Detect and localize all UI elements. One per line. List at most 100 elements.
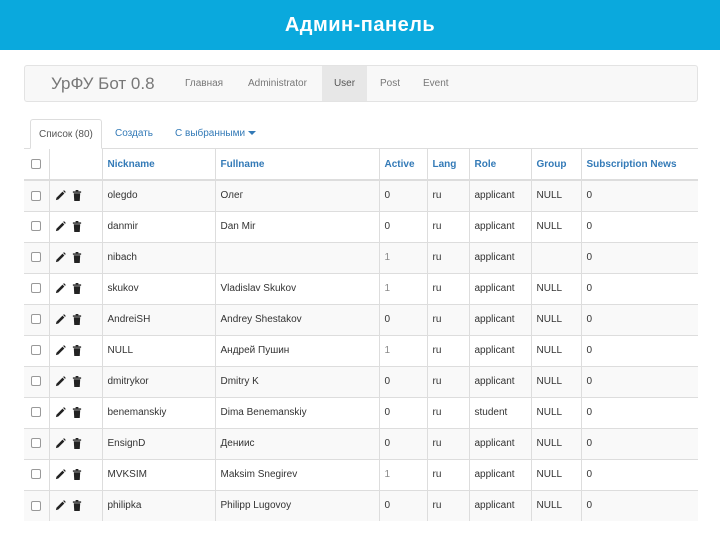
- trash-icon[interactable]: [72, 252, 82, 263]
- nickname-cell: benemanskiy: [101, 396, 215, 428]
- fullname-cell: Андрей Пушин: [214, 334, 379, 366]
- subscription-news-cell: 0: [580, 241, 698, 273]
- table-row[interactable]: skukov Vladislav Skukov 1 ru applicant NULL 0: [24, 272, 698, 304]
- row-checkbox[interactable]: [31, 407, 42, 418]
- navbar-brand[interactable]: УрФУ Бот 0.8: [51, 74, 155, 94]
- pencil-icon[interactable]: [55, 376, 66, 387]
- admin-panel-screenshot: УрФУ Бот 0.8 Главная Administrator User …: [24, 65, 698, 525]
- table-row[interactable]: NULL Андрей Пушин 1 ru applicant NULL 0: [24, 334, 698, 366]
- row-checkbox[interactable]: [31, 500, 42, 511]
- pencil-icon[interactable]: [55, 438, 66, 449]
- group-cell: NULL: [530, 489, 581, 521]
- fullname-cell: Дениис: [214, 427, 379, 459]
- lang-cell: ru: [426, 458, 469, 490]
- row-checkbox[interactable]: [31, 376, 42, 387]
- tab-create[interactable]: Создать: [115, 119, 153, 149]
- tab-list[interactable]: Список (80): [30, 119, 102, 149]
- column-header-lang[interactable]: Lang: [426, 149, 469, 181]
- column-header-active[interactable]: Active: [378, 149, 427, 181]
- row-actions-cell: [48, 241, 102, 273]
- subscription-news-cell: 0: [580, 396, 698, 428]
- table-row[interactable]: AndreiSH Andrey Shestakov 0 ru applicant NULL…: [24, 303, 698, 335]
- trash-icon[interactable]: [72, 469, 82, 480]
- trash-icon[interactable]: [72, 345, 82, 356]
- trash-icon[interactable]: [72, 221, 82, 232]
- pencil-icon[interactable]: [55, 407, 66, 418]
- group-cell: [530, 241, 581, 273]
- navbar: УрФУ Бот 0.8 Главная Administrator User …: [24, 65, 698, 102]
- slide-title: Админ-панель: [0, 0, 720, 50]
- trash-icon[interactable]: [72, 500, 82, 512]
- subscription-news-cell: 0: [580, 210, 698, 242]
- trash-icon[interactable]: [72, 190, 82, 202]
- row-checkbox[interactable]: [31, 283, 42, 294]
- nav-item-user[interactable]: User: [322, 66, 367, 101]
- active-cell: 1: [378, 458, 427, 490]
- role-cell: applicant: [468, 365, 531, 397]
- table-row[interactable]: benemanskiy Dima Benemanskiy 0 ru student NUL…: [24, 396, 698, 428]
- column-header-subscription-news[interactable]: Subscription News: [580, 149, 698, 181]
- subscription-news-cell: 0: [580, 427, 698, 459]
- table-row[interactable]: danmir Dan Mir 0 ru applicant NULL 0: [24, 210, 698, 242]
- pencil-icon[interactable]: [55, 190, 66, 201]
- group-cell: NULL: [530, 334, 581, 366]
- subscription-news-cell: 0: [580, 303, 698, 335]
- row-checkbox[interactable]: [31, 345, 42, 356]
- table-header-row: Nickname Fullname Active Lang Role Group…: [24, 149, 698, 181]
- nickname-cell: MVKSIM: [101, 458, 215, 490]
- table-row[interactable]: dmitrykor Dmitry K 0 ru applicant NULL 0: [24, 365, 698, 397]
- nickname-cell: olegdo: [101, 179, 215, 211]
- row-checkbox[interactable]: [31, 314, 42, 325]
- pencil-icon[interactable]: [55, 469, 66, 480]
- pencil-icon[interactable]: [55, 345, 66, 356]
- group-cell: NULL: [530, 272, 581, 304]
- role-cell: applicant: [468, 334, 531, 366]
- pencil-icon[interactable]: [55, 500, 66, 511]
- fullname-cell: Dima Benemanskiy: [214, 396, 379, 428]
- table-row[interactable]: philipka Philipp Lugovoy 0 ru applicant NULL 0: [24, 489, 698, 521]
- fullname-cell: [214, 241, 379, 273]
- column-header-nickname[interactable]: Nickname: [101, 149, 215, 181]
- table-row[interactable]: EnsignD Дениис 0 ru applicant NULL 0: [24, 427, 698, 459]
- pencil-icon[interactable]: [55, 314, 66, 325]
- tab-with-selected[interactable]: С выбранными: [175, 119, 257, 149]
- role-cell: student: [468, 396, 531, 428]
- column-header-role[interactable]: Role: [468, 149, 531, 181]
- table-row[interactable]: nibach 1 ru applicant 0: [24, 241, 698, 273]
- nav-item-event[interactable]: Event: [423, 66, 449, 101]
- row-actions-cell: [48, 210, 102, 242]
- row-checkbox[interactable]: [31, 438, 42, 449]
- row-checkbox[interactable]: [31, 252, 42, 263]
- row-select-cell: [24, 458, 49, 490]
- list-tabs: Список (80) Создать С выбранными: [24, 119, 698, 149]
- pencil-icon[interactable]: [55, 283, 66, 294]
- row-checkbox[interactable]: [31, 221, 42, 232]
- lang-cell: ru: [426, 179, 469, 211]
- pencil-icon[interactable]: [55, 221, 66, 232]
- subscription-news-cell: 0: [580, 272, 698, 304]
- column-header-group[interactable]: Group: [530, 149, 581, 181]
- group-cell: NULL: [530, 210, 581, 242]
- trash-icon[interactable]: [72, 407, 82, 418]
- select-all-checkbox[interactable]: [31, 158, 42, 169]
- table-row[interactable]: MVKSIM Maksim Snegirev 1 ru applicant NULL 0: [24, 458, 698, 490]
- trash-icon[interactable]: [72, 314, 82, 325]
- trash-icon[interactable]: [72, 376, 82, 387]
- pencil-icon[interactable]: [55, 252, 66, 263]
- trash-icon[interactable]: [72, 283, 82, 294]
- row-checkbox[interactable]: [31, 190, 42, 201]
- nav-item-administrator[interactable]: Administrator: [248, 66, 307, 101]
- subscription-news-cell: 0: [580, 365, 698, 397]
- row-select-cell: [24, 303, 49, 335]
- nav-item-home[interactable]: Главная: [185, 66, 223, 101]
- row-checkbox[interactable]: [31, 469, 42, 480]
- active-cell: 0: [378, 210, 427, 242]
- group-cell: NULL: [530, 396, 581, 428]
- row-actions-cell: [48, 458, 102, 490]
- table-row[interactable]: olegdo Олег 0 ru applicant NULL 0: [24, 179, 698, 211]
- fullname-cell: Maksim Snegirev: [214, 458, 379, 490]
- trash-icon[interactable]: [72, 438, 82, 449]
- fullname-cell: Dan Mir: [214, 210, 379, 242]
- column-header-fullname[interactable]: Fullname: [214, 149, 379, 181]
- nav-item-post[interactable]: Post: [380, 66, 400, 101]
